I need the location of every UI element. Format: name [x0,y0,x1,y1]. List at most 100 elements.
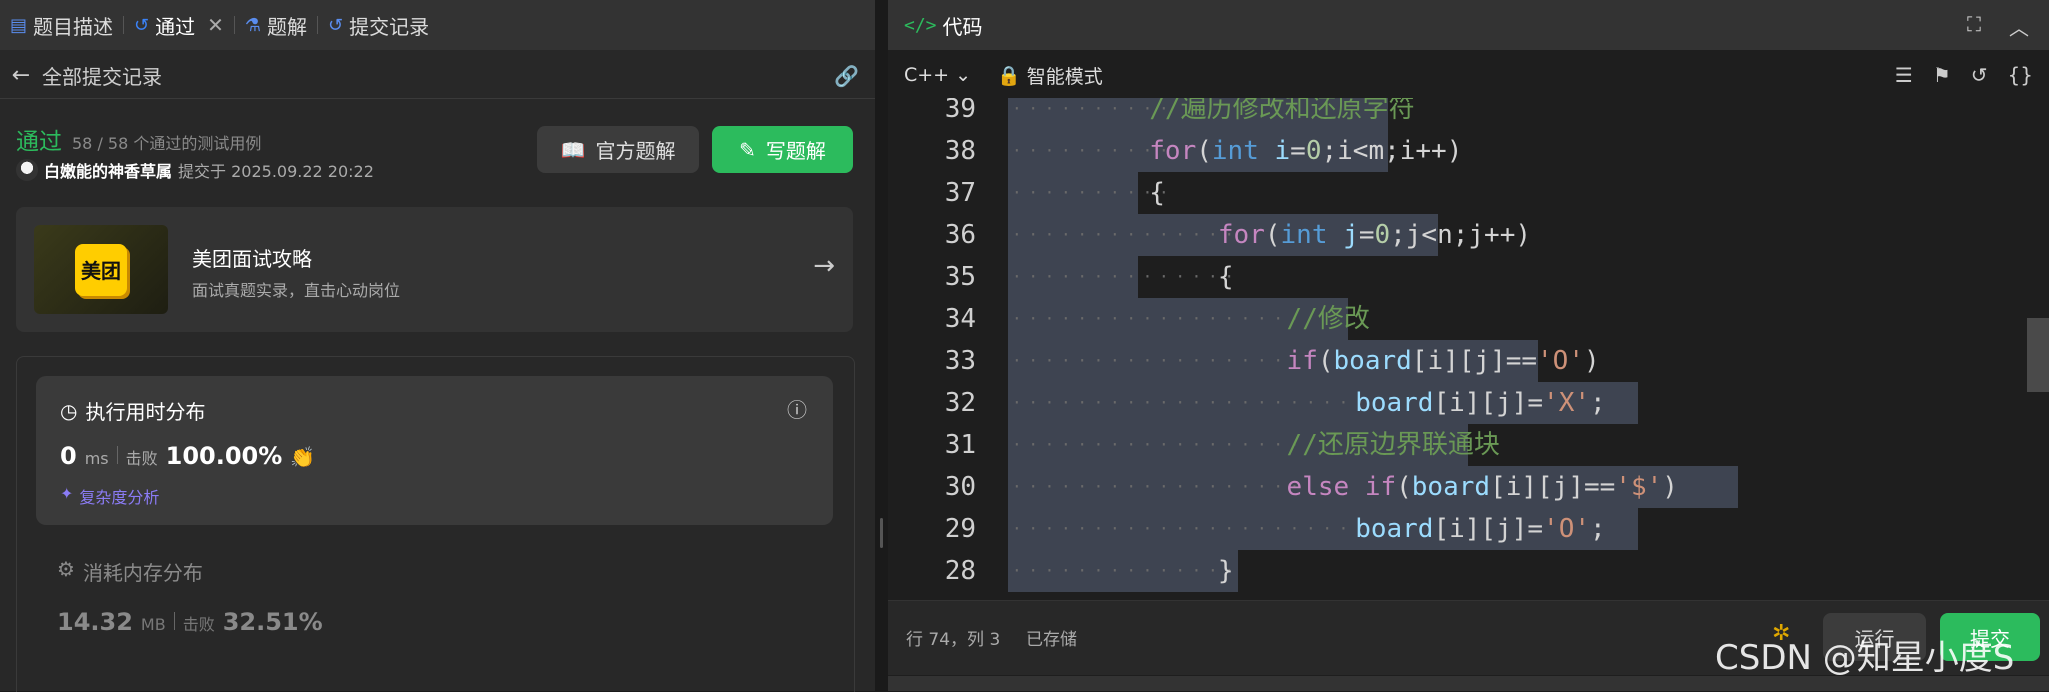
code-token: 'O' [1537,346,1584,376]
runtime-card[interactable]: ◷ 执行用时分布 ⓘ 0 ms 击败 100.00% 👏 ✦ 复杂度分析 [36,376,833,525]
whitespace-dots: ·················· [1012,351,1306,370]
code-token: board [1333,346,1412,376]
code-token: [i][j]= [1433,514,1544,544]
memory-section[interactable]: ⚙ 消耗内存分布 14.32 MB 击败 32.51% [57,557,323,636]
resize-grip[interactable] [880,518,883,548]
code-token: '$' [1615,472,1663,502]
chip-icon: ⚙ [57,557,75,581]
code-token: ) [1584,346,1600,376]
watermark: CSDN @知星小度S [1715,638,2015,678]
code-editor[interactable]: 39 ··········//遍历修改和还原字符 38 ·········· for(i… [888,98,2049,592]
meituan-logo: 美团 [75,243,127,296]
history-icon: ↺ [134,14,150,36]
code-text: { [1149,172,1165,214]
braces-icon[interactable]: {} [2008,63,2033,87]
line-number: 35 [944,262,976,292]
code-line[interactable]: 34 ··················//修改 [888,298,2049,340]
collapse-icon[interactable]: ︿ [2009,12,2029,41]
performance-panel: ◷ 执行用时分布 ⓘ 0 ms 击败 100.00% 👏 ✦ 复杂度分析 ⚙ 消… [16,356,855,692]
whitespace-dots: ·············· [1012,561,1241,580]
code-token: ) [1662,472,1678,502]
write-solution-button[interactable]: ✎ 写题解 [712,126,853,173]
tab-solutions[interactable]: ⚗ 题解 [235,0,317,50]
code-line[interactable]: 30 ·················· else if(board[i][j]=… [888,466,2049,508]
whitespace-dots: ······················ [1012,519,1372,538]
code-text: //还原边界联通块 [1287,424,1500,466]
format-icon[interactable]: ☰ [1895,63,1913,87]
code-line[interactable]: 37 ··········{ [888,172,2049,214]
status-badge: 通过 [16,129,62,155]
official-solution-label: 官方题解 [595,139,676,163]
flask-icon: ⚗ [244,14,262,36]
tab-label: 通过 [155,14,196,39]
left-tab-bar: ▤ 题目描述 ↺ 通过 ✕ ⚗ 题解 ↺ 提交记录 [0,0,875,50]
info-icon[interactable]: ⓘ [787,394,807,423]
code-line[interactable]: 38 ·········· for(int i=0;i<m;i++) [888,130,2049,172]
line-number: 39 [944,98,976,124]
runtime-value: 0 [60,442,77,470]
mode-toggle[interactable]: 🔒 智能模式 [997,62,1103,89]
tab-accepted[interactable]: ↺ 通过 ✕ [124,0,234,50]
link-icon[interactable]: 🔗 [834,64,859,88]
code-token: ( [1196,136,1212,166]
promo-title: 美团面试攻略 [192,247,312,271]
back-label[interactable]: 全部提交记录 [42,61,162,90]
test-count: 58 / 58 个通过的测试用例 [72,134,262,153]
complexity-label: 复杂度分析 [79,488,160,507]
code-token: j [1327,220,1359,250]
language-select[interactable]: C++ ⌄ [904,64,971,86]
line-number: 32 [944,388,976,418]
toolbar-icons: ☰ ⚑ ↺ {} [1895,63,2033,87]
code-token: = [1358,220,1375,250]
runtime-values: 0 ms 击败 100.00% 👏 [60,442,315,470]
description-icon: ▤ [10,14,28,36]
line-number: 33 [944,346,976,376]
panel-resizer[interactable] [875,0,888,691]
code-line[interactable]: 36 ·············· for(int j=0;j<n;j++) [888,214,2049,256]
whitespace-dots: ······················ [1012,393,1372,412]
promo-card[interactable]: 美团 美团面试攻略 面试真题实录，直击心动岗位 → [16,207,853,332]
whitespace-dots: ·················· [1012,435,1306,454]
line-number: 29 [944,514,976,544]
code-token: for [1217,220,1265,250]
complexity-link[interactable]: ✦ 复杂度分析 [60,484,159,508]
code-line[interactable]: 39 ··········//遍历修改和还原字符 [888,98,2049,130]
code-line[interactable]: 33 ·················· if(board[i][j]=='O') [888,340,2049,382]
sparkle-icon: ✦ [60,484,74,503]
runtime-heading-label: 执行用时分布 [85,400,206,424]
arrow-right-icon[interactable]: → [813,251,835,281]
code-token: for [1149,136,1197,166]
whitespace-dots: ·················· [1012,309,1306,328]
editor-title: </> 代码 [904,11,983,40]
whitespace-dots: ·················· [1012,477,1306,496]
code-line[interactable]: 31 ··················//还原边界联通块 [888,424,2049,466]
code-line[interactable]: 32 ······················ board[i][j]='X'; [888,382,2049,424]
line-number: 30 [944,472,976,502]
code-line[interactable]: 29 ······················ board[i][j]='O'; [888,508,2049,550]
code-line[interactable]: 35 ··············{ [888,256,2049,298]
code-token: { [1217,262,1234,292]
code-text: //修改 [1287,298,1370,340]
editor-header-actions: ⛶ ︿ [1967,12,2029,41]
fullscreen-icon[interactable]: ⛶ [1967,12,1981,41]
code-token: [i][j]== [1490,472,1616,502]
close-icon[interactable]: ✕ [207,13,224,37]
code-token: int [1280,220,1328,250]
reset-icon[interactable]: ↺ [1971,63,1988,87]
lock-icon: 🔒 [997,64,1021,87]
runtime-beat: 100.00% [165,442,283,470]
tab-description[interactable]: ▤ 题目描述 [0,0,123,50]
code-token: board [1355,514,1434,544]
tab-submissions[interactable]: ↺ 提交记录 [318,0,439,50]
back-arrow-icon[interactable]: ← [6,63,36,88]
username[interactable]: 白嫩能的神香草属 [44,158,172,182]
book-icon: 📖 [560,137,586,162]
code-token: [i][j]== [1411,346,1538,376]
line-number: 36 [944,220,976,250]
avatar[interactable] [16,159,38,181]
code-text: if(board[i][j]=='O') [1287,340,1600,382]
official-solution-button[interactable]: 📖 官方题解 [537,126,699,173]
memory-values: 14.32 MB 击败 32.51% [57,608,323,636]
bookmark-icon[interactable]: ⚑ [1933,63,1951,87]
code-line[interactable]: 28 ··············} [888,550,2049,592]
